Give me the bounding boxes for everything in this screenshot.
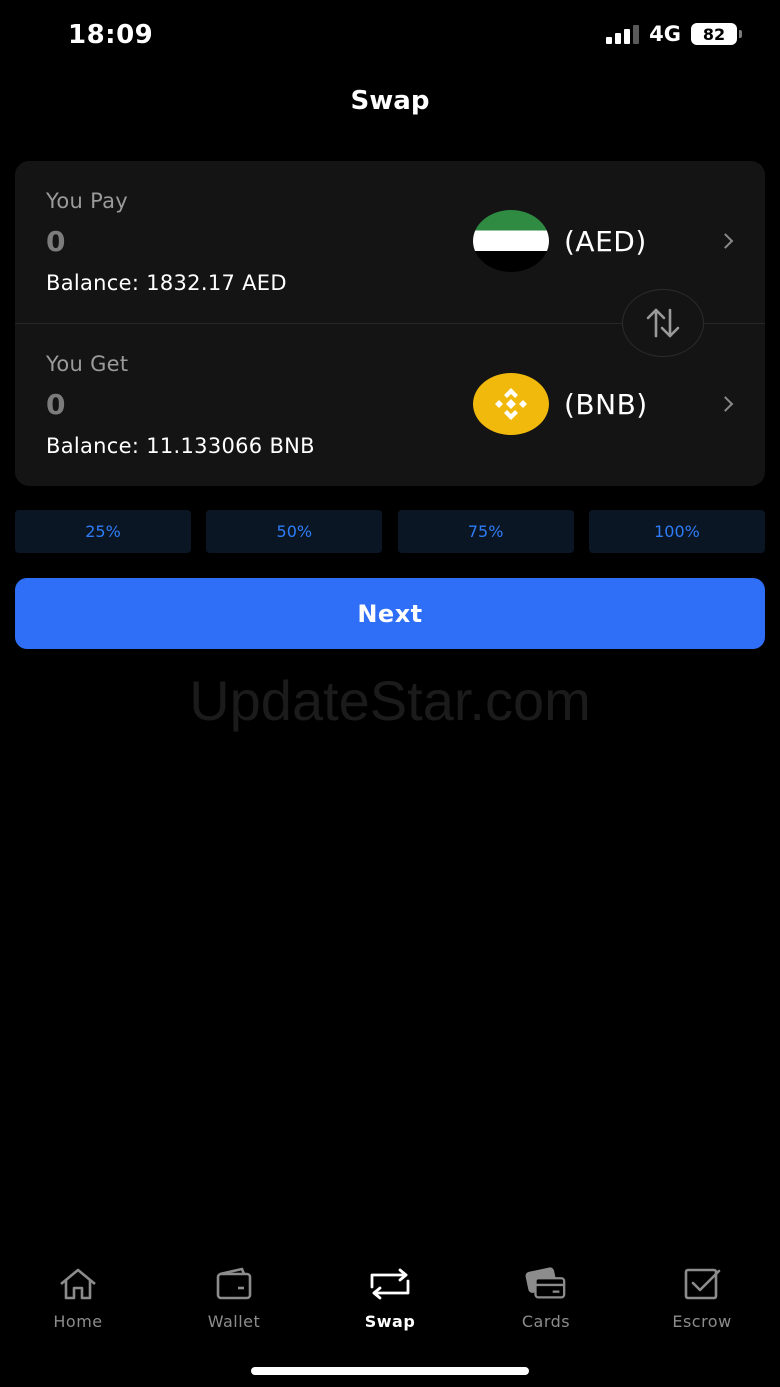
percent-25-button[interactable]: 25% [15, 510, 191, 553]
percent-50-button[interactable]: 50% [206, 510, 383, 553]
tab-cards-label: Cards [521, 1312, 571, 1331]
bnb-logo-icon [473, 373, 549, 435]
chevron-right-icon [717, 396, 734, 412]
page-title: Swap [350, 86, 430, 116]
chevron-right-icon [717, 233, 734, 249]
swap-direction-button[interactable] [622, 289, 704, 357]
tab-escrow[interactable]: Escrow [624, 1262, 780, 1342]
home-indicator [251, 1367, 529, 1375]
tab-escrow-label: Escrow [672, 1312, 732, 1331]
network-type: 4G [649, 22, 681, 46]
tab-swap-label: Swap [364, 1312, 416, 1331]
tab-home-label: Home [53, 1312, 103, 1331]
battery-level: 82 [691, 23, 737, 45]
tab-home[interactable]: Home [0, 1262, 156, 1342]
tab-swap[interactable]: Swap [312, 1262, 468, 1342]
battery-icon: 82 [691, 23, 742, 45]
get-balance: Balance: 11.133066 BNB [46, 434, 315, 458]
status-indicators: 4G 82 [606, 22, 742, 46]
pay-balance: Balance: 1832.17 AED [46, 271, 287, 295]
tab-bar: Home Wallet Swap Cards Escrow [0, 1262, 780, 1342]
status-bar: 18:09 4G 82 [0, 0, 780, 70]
tab-wallet-label: Wallet [207, 1312, 261, 1331]
watermark: UpdateStar.com [189, 669, 591, 732]
percent-75-button[interactable]: 75% [397, 510, 574, 553]
get-amount-input[interactable]: 0 [46, 388, 65, 421]
home-icon [56, 1262, 100, 1306]
get-token-selector[interactable]: (BNB) [473, 372, 743, 436]
next-button[interactable]: Next [15, 578, 765, 649]
tab-cards[interactable]: Cards [468, 1262, 624, 1342]
pay-token-code: (AED) [564, 224, 647, 258]
percent-options: 25% 50% 75% 100% [15, 510, 765, 553]
cellular-signal-icon [606, 24, 640, 44]
pay-token-selector[interactable]: (AED) [473, 209, 743, 273]
pay-amount-input[interactable]: 0 [46, 225, 65, 258]
swap-screen: 18:09 4G 82 Swap You Pay 0 Balance: 1832… [0, 0, 780, 1387]
status-time: 18:09 [68, 20, 154, 50]
pay-label: You Pay [46, 189, 128, 213]
swap-arrows-icon [646, 308, 680, 338]
uae-flag-icon [473, 210, 549, 272]
wallet-icon [212, 1262, 256, 1306]
percent-100-button[interactable]: 100% [588, 510, 765, 553]
tab-wallet[interactable]: Wallet [156, 1262, 312, 1342]
cards-icon [524, 1262, 568, 1306]
get-token-code: (BNB) [564, 387, 648, 421]
swap-icon [368, 1262, 412, 1306]
escrow-icon [680, 1262, 724, 1306]
get-label: You Get [46, 352, 129, 376]
